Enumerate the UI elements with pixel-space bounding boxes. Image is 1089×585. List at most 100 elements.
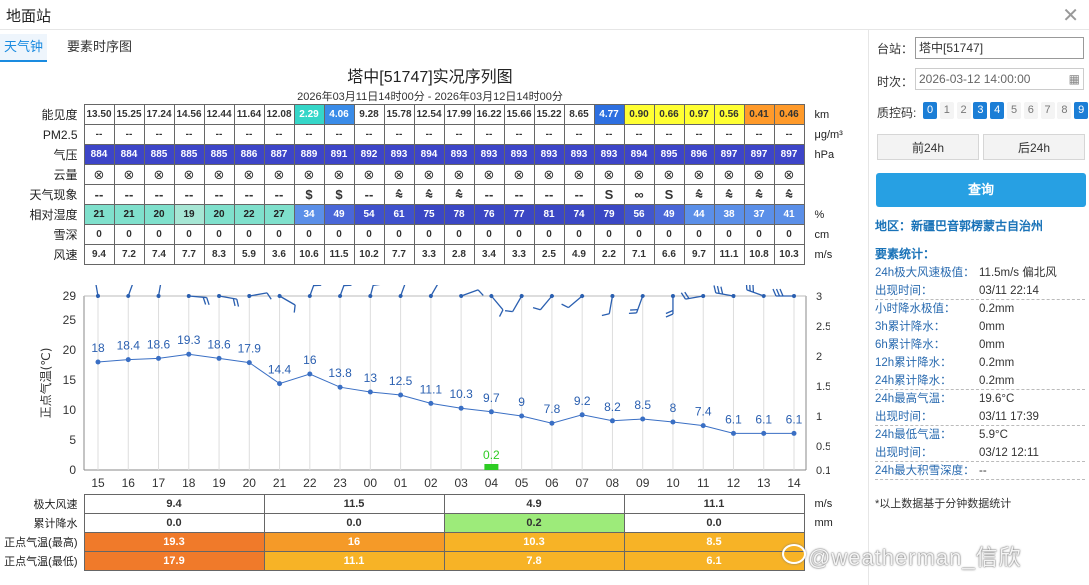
qc-code-9[interactable]: 9 (1074, 102, 1089, 119)
grid-cell: 0 (593, 224, 625, 245)
grid-cell: -- (533, 124, 565, 145)
next-24h-button[interactable]: 后24h (983, 134, 1085, 160)
summary-grid: 极大风速 9.4 11.5 4.9 11.1 m/s 累计降水 0.0 0.0 0.2 0.0 mm 正… (0, 494, 860, 571)
temperature-data-label: 9 (518, 395, 525, 409)
qc-code-0[interactable]: 0 (923, 102, 937, 119)
temperature-point (640, 416, 646, 422)
grid-cell: 12.44 (203, 104, 235, 125)
prev-24h-button[interactable]: 前24h (877, 134, 979, 160)
grid-cell: 0 (323, 224, 355, 245)
summary-cell: 11.1 (263, 551, 445, 571)
grid-cell: 38 (713, 204, 745, 225)
temperature-data-label: 18.6 (207, 337, 231, 351)
summary-cell: 19.3 (83, 532, 265, 552)
grid-cell: S (653, 184, 685, 205)
grid-cell: 49 (323, 204, 355, 225)
grid-cell: ⊗ (323, 164, 355, 185)
temperature-data-label: 9.7 (483, 391, 500, 405)
grid-cell: 897 (743, 144, 775, 165)
grid-cell: 15.22 (533, 104, 565, 125)
stats-note: *以上数据基于分钟数据统计 (875, 498, 1012, 510)
y2-tick-label: 1 (816, 411, 822, 423)
time-input[interactable]: 2026-03-12 14:00:00 ▦ (915, 68, 1084, 90)
x-tick-label: 23 (333, 476, 347, 490)
grid-cell: -- (323, 124, 355, 145)
temperature-data-label: 8.2 (604, 400, 621, 414)
stat-value: -- (979, 465, 987, 477)
x-tick-label: 04 (485, 476, 499, 490)
summary-row: 正点气温(最高) 19.3 16 10.3 8.5 (0, 532, 860, 552)
qc-code-5[interactable]: 5 (1007, 102, 1021, 119)
temperature-data-label: 18.6 (147, 337, 171, 351)
grid-cell: 894 (413, 144, 445, 165)
qc-code-4[interactable]: 4 (990, 102, 1005, 119)
grid-row-pressure: 气压 884 884 885 885 885 886 887 889 891 892 893 894 89… (0, 144, 860, 165)
wind-barb-icon (368, 285, 381, 298)
grid-cell: 3.3 (503, 244, 535, 265)
grid-cell: 22 (233, 204, 265, 225)
calendar-icon[interactable]: ▦ (1069, 69, 1080, 89)
y-tick-label: 10 (63, 403, 77, 417)
grid-cell: 44 (683, 204, 715, 225)
region-text: 地区：新疆巴音郭楞蒙古自治州 (875, 219, 1044, 233)
side-panel: 台站： 塔中[51747] 时次： 2026-03-12 14:00:00 ▦ … (868, 30, 1089, 585)
stat-row: 24h最大积雪深度： -- (875, 462, 1085, 480)
station-input[interactable]: 塔中[51747] (915, 37, 1084, 59)
qc-code-1[interactable]: 1 (939, 102, 954, 119)
grid-row-label: 风速 (53, 248, 78, 262)
summary-row: 极大风速 9.4 11.5 4.9 11.1 m/s (0, 494, 860, 514)
tab-element-timeseries[interactable]: 要素时序图 (63, 34, 136, 62)
grid-cell: 14.56 (173, 104, 205, 125)
grid-cell: -- (503, 124, 535, 145)
grid-cell: 81 (533, 204, 565, 225)
grid-cell: ⊗ (653, 164, 685, 185)
grid-cell: 7.7 (173, 244, 205, 265)
wind-barb-icon (680, 291, 706, 300)
grid-cell: 0.56 (713, 104, 745, 125)
stat-value: 11.5m/s 偏北风 (979, 267, 1057, 279)
x-tick-label: 12 (727, 476, 741, 490)
qc-code-3[interactable]: 3 (973, 102, 988, 119)
grid-cell: 9.4 (83, 244, 115, 265)
grid-cell: -- (233, 124, 265, 145)
grid-cell: 886 (233, 144, 265, 165)
temperature-point (428, 400, 434, 406)
qc-code-7[interactable]: 7 (1040, 102, 1055, 119)
query-button[interactable]: 查询 (876, 173, 1086, 207)
grid-cell: ⩯ (383, 184, 415, 205)
grid-cell: 13.50 (83, 104, 115, 125)
qc-code-2[interactable]: 2 (956, 102, 971, 119)
grid-cell: 0.90 (623, 104, 655, 125)
grid-cell: 0 (503, 224, 535, 245)
temperature-data-label: 7.8 (544, 402, 561, 416)
grid-cell: ⊗ (83, 164, 115, 185)
stat-row: 出现时间： 03/12 12:11 (875, 444, 1085, 462)
grid-cell: 0.66 (653, 104, 685, 125)
tab-weather-clock[interactable]: 天气钟 (0, 34, 48, 62)
temperature-data-label: 13.8 (328, 366, 352, 380)
grid-cell: -- (353, 184, 385, 205)
grid-cell: -- (113, 124, 145, 145)
grid-cell: 4.9 (563, 244, 595, 265)
grid-cell: -- (233, 184, 265, 205)
x-tick-label: 09 (636, 476, 650, 490)
grid-cell: 897 (713, 144, 745, 165)
stat-value: 0mm (979, 339, 1005, 351)
temperature-data-label: 8 (670, 401, 677, 415)
grid-cell: -- (413, 124, 445, 145)
stat-row: 6h累计降水： 0mm (875, 336, 1085, 354)
grid-cell: 3.3 (413, 244, 445, 265)
temperature-point (337, 384, 343, 390)
stat-value: 5.9°C (979, 429, 1008, 441)
grid-row-label: 云量 (53, 168, 78, 182)
grid-cell: 34 (293, 204, 325, 225)
qc-code-6[interactable]: 6 (1023, 102, 1038, 119)
grid-cell: 49 (653, 204, 685, 225)
grid-cell: ⊗ (683, 164, 715, 185)
grid-row-label: PM2.5 (42, 127, 78, 142)
grid-cell: 78 (443, 204, 475, 225)
qc-code-8[interactable]: 8 (1057, 102, 1072, 119)
grid-cell: 16.22 (473, 104, 505, 125)
temperature-point (670, 419, 676, 425)
close-icon[interactable]: ✕ (1062, 3, 1079, 28)
